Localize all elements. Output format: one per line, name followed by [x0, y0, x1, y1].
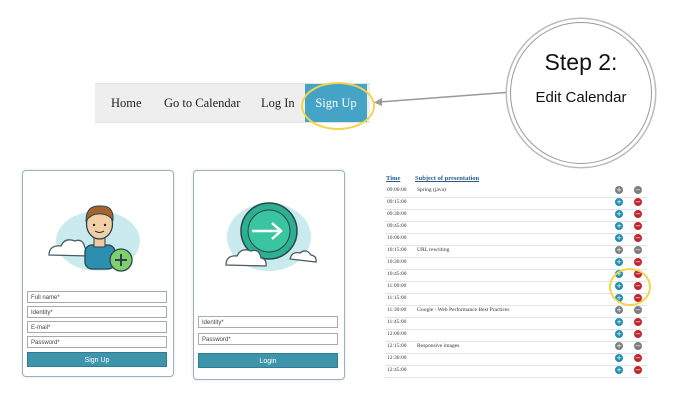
- add-slot-icon[interactable]: +: [615, 282, 623, 290]
- step-subtitle: Edit Calendar: [535, 89, 627, 106]
- add-slot-icon[interactable]: +: [615, 366, 623, 374]
- remove-slot-icon[interactable]: −: [634, 246, 642, 254]
- remove-slot-icon[interactable]: −: [634, 306, 642, 314]
- slot-time: 12:45:00: [387, 367, 407, 373]
- add-slot-icon[interactable]: +: [615, 186, 623, 194]
- schedule-row: 12:45:00 + −: [385, 365, 647, 378]
- step-title: Step 2:: [544, 49, 618, 75]
- add-slot-icon[interactable]: +: [615, 234, 623, 242]
- remove-slot-icon[interactable]: −: [634, 186, 642, 194]
- slot-time: 12:00:00: [387, 331, 407, 337]
- remove-slot-icon[interactable]: −: [634, 270, 642, 278]
- slot-time: 10:30:00: [387, 259, 407, 265]
- login-password-field[interactable]: Password*: [198, 333, 338, 345]
- slot-time: 10:00:00: [387, 235, 407, 241]
- remove-slot-icon[interactable]: −: [634, 282, 642, 290]
- nav-signup-button[interactable]: Sign Up: [305, 84, 367, 122]
- remove-slot-icon[interactable]: −: [634, 210, 642, 218]
- login-card: Identity* Password* Login: [193, 170, 345, 380]
- nav-home-link[interactable]: Home: [111, 84, 142, 122]
- slot-time: 11:45:00: [387, 319, 407, 325]
- remove-slot-icon[interactable]: −: [634, 366, 642, 374]
- subject-column-header[interactable]: Subject of presentation: [415, 175, 479, 182]
- slot-subject: Google - Web Performance Best Practices: [417, 307, 510, 313]
- pointer-arrow: [374, 91, 513, 106]
- slot-subject: URL rewriting: [417, 247, 450, 253]
- remove-slot-icon[interactable]: −: [634, 258, 642, 266]
- user-avatar-icon: [48, 205, 140, 272]
- identity-field[interactable]: Identity*: [27, 306, 167, 318]
- remove-slot-icon[interactable]: −: [634, 294, 642, 302]
- signup-submit-button[interactable]: Sign Up: [27, 352, 167, 367]
- remove-slot-icon[interactable]: −: [634, 222, 642, 230]
- add-slot-icon[interactable]: +: [615, 342, 623, 350]
- slot-time: 11:15:00: [387, 295, 407, 301]
- remove-slot-icon[interactable]: −: [634, 234, 642, 242]
- remove-slot-icon[interactable]: −: [634, 354, 642, 362]
- add-slot-icon[interactable]: +: [615, 198, 623, 206]
- slot-time: 12:15:00: [387, 343, 407, 349]
- step-callout-bubble: Step 2: Edit Calendar: [510, 22, 652, 164]
- top-navbar: Home Go to Calendar Log In Sign Up: [95, 83, 370, 123]
- add-slot-icon[interactable]: +: [615, 222, 623, 230]
- login-submit-button[interactable]: Login: [198, 353, 338, 368]
- add-slot-icon[interactable]: +: [615, 330, 623, 338]
- nav-login-link[interactable]: Log In: [261, 84, 295, 122]
- slot-time: 11:30:00: [387, 307, 407, 313]
- slot-time: 11:00:00: [387, 283, 407, 289]
- slot-subject: Spring (java): [417, 187, 446, 193]
- slot-time: 09:15:00: [387, 199, 407, 205]
- remove-slot-icon[interactable]: −: [634, 198, 642, 206]
- schedule-table: Time Subject of presentation 09:00:00 Spr…: [383, 170, 651, 380]
- slot-time: 09:30:00: [387, 211, 407, 217]
- add-slot-icon[interactable]: +: [615, 210, 623, 218]
- add-slot-icon[interactable]: +: [615, 306, 623, 314]
- login-arrow-icon: [225, 202, 317, 271]
- login-identity-field[interactable]: Identity*: [198, 316, 338, 328]
- add-slot-icon[interactable]: +: [615, 294, 623, 302]
- nav-calendar-link[interactable]: Go to Calendar: [164, 84, 240, 122]
- slot-time: 09:45:00: [387, 223, 407, 229]
- add-slot-icon[interactable]: +: [615, 258, 623, 266]
- remove-slot-icon[interactable]: −: [634, 318, 642, 326]
- slot-subject: Responsive images: [417, 343, 460, 349]
- slot-time: 10:15:00: [387, 247, 407, 253]
- time-column-header[interactable]: Time: [386, 175, 400, 182]
- add-slot-icon[interactable]: +: [615, 318, 623, 326]
- add-slot-icon[interactable]: +: [615, 354, 623, 362]
- add-slot-icon[interactable]: +: [615, 246, 623, 254]
- remove-slot-icon[interactable]: −: [634, 342, 642, 350]
- slot-time: 12:30:00: [387, 355, 407, 361]
- password-field[interactable]: Password*: [27, 336, 167, 348]
- slot-time: 09:00:00: [387, 187, 407, 193]
- add-slot-icon[interactable]: +: [615, 270, 623, 278]
- signup-card: Full name* Identity* E-mail* Password* S…: [22, 170, 174, 377]
- slot-time: 10:45:00: [387, 271, 407, 277]
- email-field[interactable]: E-mail*: [27, 321, 167, 333]
- fullname-field[interactable]: Full name*: [27, 291, 167, 303]
- remove-slot-icon[interactable]: −: [634, 330, 642, 338]
